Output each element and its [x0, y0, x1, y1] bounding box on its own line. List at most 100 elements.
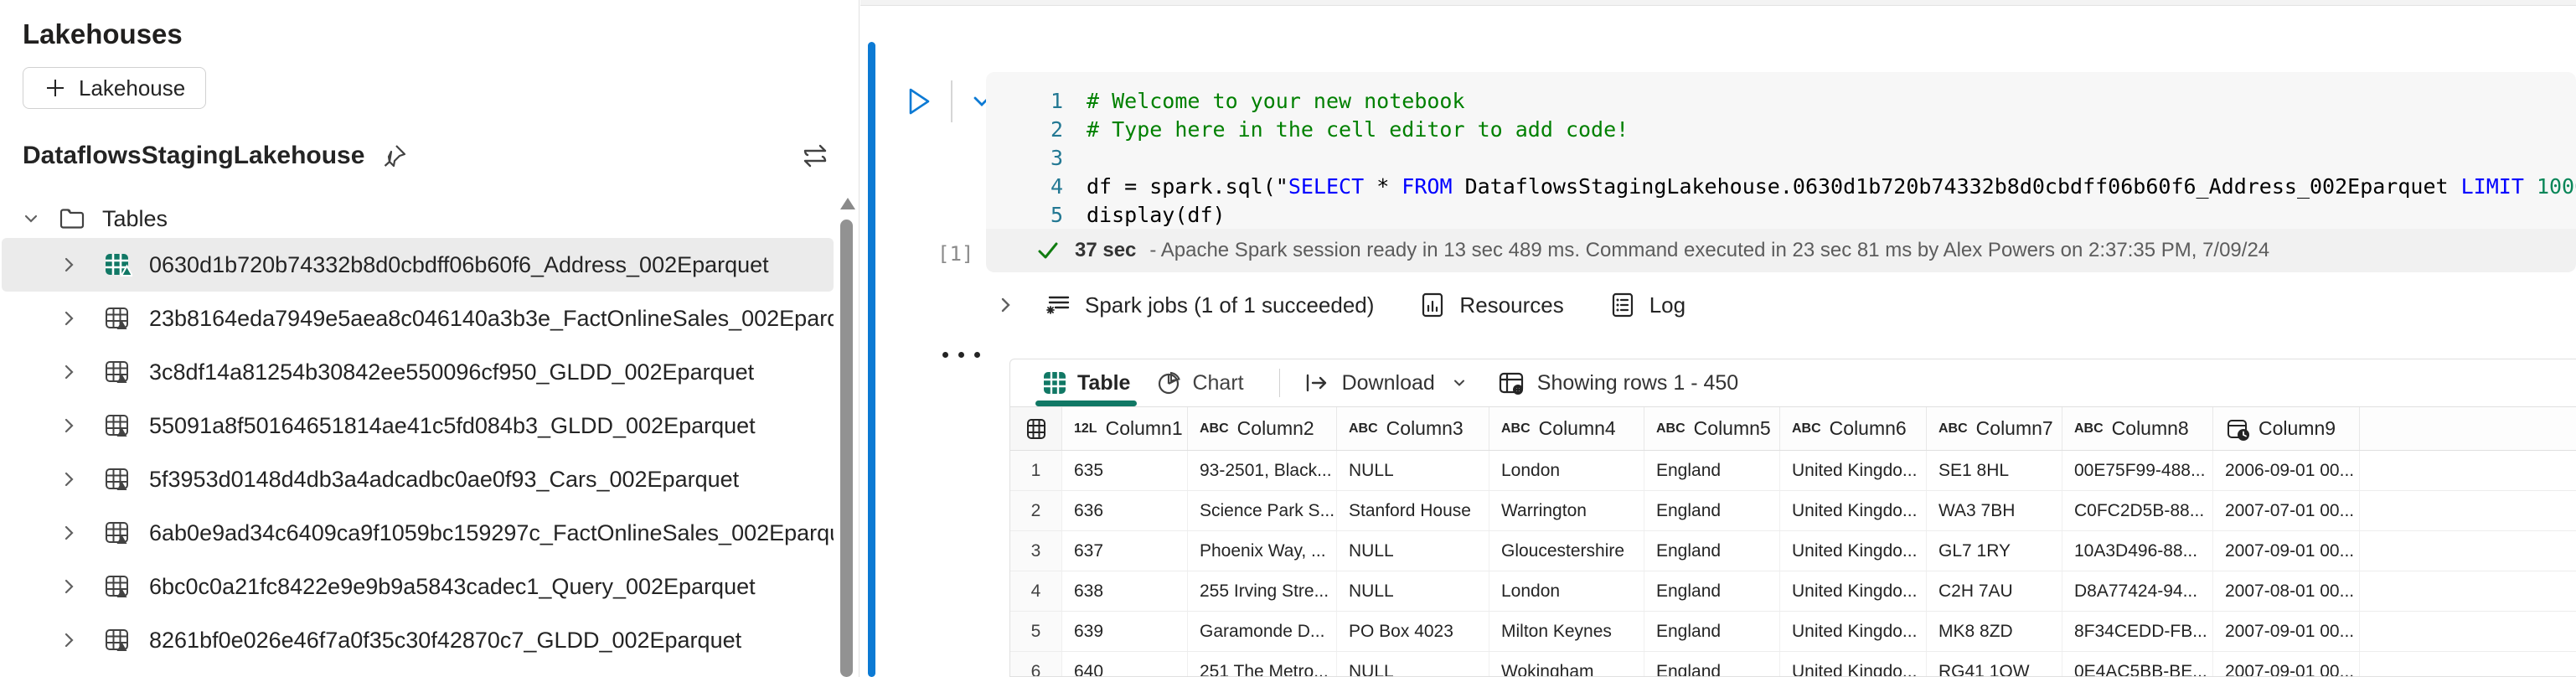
notebook-toolbar-edge — [860, 0, 2576, 6]
grid-cell: 10A3D496-88... — [2062, 531, 2213, 571]
column-header-label: Column9 — [2259, 417, 2336, 439]
grid-cell: C0FC2D5B-88... — [2062, 491, 2213, 530]
lakehouse-table-item[interactable]: 6bc0c0a21fc8422e9e9b9a5843cadec1_Query_0… — [2, 560, 834, 613]
chevron-right-icon[interactable] — [59, 576, 80, 597]
download-label: Download — [1341, 370, 1435, 395]
grid-header-row: 12L Column1 ABC Column2 ABC Column3 ABC Column4… — [1010, 407, 2576, 451]
switch-lakehouse-icon[interactable] — [797, 137, 834, 174]
column-header[interactable]: ABC Column6 — [1780, 407, 1927, 450]
cell-more-options-button[interactable] — [942, 352, 980, 358]
grid-cell: Warrington — [1489, 491, 1644, 530]
column-header[interactable]: 12L Column1 — [1062, 407, 1188, 450]
resources-label: Resources — [1459, 292, 1564, 318]
tab-chart-label: Chart — [1192, 370, 1244, 395]
grid-row[interactable]: 5 639 Garamonde D... PO Box 4023 Milton Keyn… — [1010, 612, 2576, 652]
grid-cell: WA3 7BH — [1927, 491, 2062, 530]
chevron-right-icon[interactable] — [59, 254, 80, 276]
string-type-icon: ABC — [1792, 421, 1821, 436]
chevron-right-icon[interactable] — [59, 468, 80, 490]
pin-icon[interactable] — [379, 141, 410, 171]
column-header-label: Column8 — [2111, 417, 2189, 439]
scrollbar-thumb[interactable] — [840, 220, 853, 677]
column-header[interactable]: Column9 — [2213, 407, 2360, 450]
grid-cell: United Kingdo... — [1780, 612, 1927, 651]
resources-icon — [1417, 290, 1448, 320]
column-header-label: Column2 — [1236, 417, 1314, 439]
tables-root-node[interactable]: Tables — [0, 199, 834, 238]
grid-row[interactable]: 4 638 255 Irving Stre... NULL London England U… — [1010, 571, 2576, 612]
column-header[interactable]: ABC Column3 — [1337, 407, 1489, 450]
grid-cell: 2007-09-01 00... — [2213, 652, 2360, 676]
execution-count: [1] — [937, 242, 974, 266]
chevron-down-icon — [20, 208, 42, 230]
download-button[interactable]: Download — [1302, 369, 1469, 397]
grid-row[interactable]: 3 637 Phoenix Way, ... NULL Gloucestershire E… — [1010, 531, 2576, 571]
results-container: Table Chart Download Showing rows 1 - 45… — [1009, 359, 2576, 677]
row-selector-header[interactable] — [1010, 407, 1062, 450]
lakehouse-table-item[interactable]: 0630d1b720b74332b8d0cbdff06b60f6_Address… — [2, 238, 834, 292]
code-line[interactable]: 5 display(df) — [986, 201, 2576, 230]
add-lakehouse-button[interactable]: Lakehouse — [23, 67, 207, 109]
grid-row[interactable]: 2 636 Science Park S... Stanford House Warri… — [1010, 491, 2576, 531]
grid-cell: Milton Keynes — [1489, 612, 1644, 651]
grid-cell: NULL — [1337, 531, 1489, 571]
code-line[interactable]: 2 # Type here in the cell editor to add c… — [986, 116, 2576, 144]
collapse-chevron-icon[interactable] — [994, 293, 1018, 317]
scrollbar-up-arrow-icon[interactable] — [840, 198, 855, 209]
chevron-right-icon[interactable] — [59, 629, 80, 651]
chevron-right-icon[interactable] — [59, 307, 80, 329]
grid-cell: 2007-09-01 00... — [2213, 612, 2360, 651]
grid-cell: 635 — [1062, 451, 1188, 490]
column-header[interactable]: ABC Column7 — [1927, 407, 2062, 450]
table-icon — [102, 357, 132, 387]
tab-table[interactable]: Table — [1029, 359, 1143, 406]
code-line[interactable]: 4 df = spark.sql("SELECT * FROM Dataflows… — [986, 173, 2576, 201]
grid-cell: United Kingdo... — [1780, 491, 1927, 530]
chevron-right-icon[interactable] — [59, 361, 80, 383]
code-line[interactable]: 1 # Welcome to your new notebook — [986, 87, 2576, 116]
log-button[interactable]: Log — [1608, 290, 1685, 320]
column-header[interactable]: ABC Column5 — [1644, 407, 1780, 450]
grid-cell: 637 — [1062, 531, 1188, 571]
tab-chart[interactable]: Chart — [1143, 359, 1257, 406]
grid-row[interactable]: 6 640 251 The Metro... NULL Wokingham England… — [1010, 652, 2576, 676]
code-cell-editor[interactable]: 1 # Welcome to your new notebook 2 # Type h… — [986, 72, 2576, 229]
lakehouse-table-item[interactable]: 6ab0e9ad34c6409ca9f1059bc159297c_FactOnl… — [2, 506, 834, 560]
lakehouse-table-item[interactable]: 3c8df14a81254b30842ee550096cf950_GLDD_00… — [2, 345, 834, 399]
grid-cell: 2007-08-01 00... — [2213, 571, 2360, 611]
grid-cell: SE1 8HL — [1927, 451, 2062, 490]
grid-cell: Gloucestershire — [1489, 531, 1644, 571]
delta-table-icon — [102, 250, 132, 280]
resources-button[interactable]: Resources — [1417, 290, 1564, 320]
table-icon — [102, 464, 132, 494]
cell-status-bar: 37 sec - Apache Spark session ready in 1… — [986, 229, 2576, 272]
lakehouse-table-item[interactable]: 55091a8f50164651814ae41c5fd084b3_GLDD_00… — [2, 399, 834, 452]
line-number: 1 — [1050, 89, 1063, 113]
cell-status-detail: - Apache Spark session ready in 13 sec 4… — [1149, 239, 2270, 261]
grid-cell: London — [1489, 451, 1644, 490]
lakehouse-table-item[interactable]: 8261bf0e026e46f7a0f35c30f42870c7_GLDD_00… — [2, 613, 834, 667]
table-icon — [102, 303, 132, 333]
lakehouse-table-item[interactable]: 5f3953d0148d4db3a4adcadbc0ae0f93_Cars_00… — [2, 452, 834, 506]
run-cell-button[interactable] — [899, 82, 937, 121]
sidebar-scrollbar[interactable] — [839, 198, 855, 677]
grid-row[interactable]: 1 635 93-2501, Black... NULL London England Un… — [1010, 451, 2576, 491]
code-line[interactable]: 3 — [986, 144, 2576, 173]
column-header[interactable]: ABC Column8 — [2062, 407, 2213, 450]
log-label: Log — [1649, 292, 1686, 318]
panel-title: Lakehouses — [23, 18, 183, 49]
chevron-right-icon[interactable] — [59, 415, 80, 437]
row-number: 6 — [1010, 652, 1062, 676]
lakehouse-table-item[interactable]: 23b8164eda7949e5aea8c046140a3b3e_FactOnl… — [2, 292, 834, 345]
table-name: 0630d1b720b74332b8d0cbdff06b60f6_Address… — [149, 251, 769, 277]
column-header[interactable]: ABC Column4 — [1489, 407, 1644, 450]
chevron-right-icon[interactable] — [59, 522, 80, 544]
grid-cell: NULL — [1337, 571, 1489, 611]
column-header[interactable]: ABC Column2 — [1188, 407, 1337, 450]
grid-cell: 2006-09-01 00... — [2213, 451, 2360, 490]
spark-jobs-toggle[interactable]: Spark jobs (1 of 1 succeeded) — [1043, 290, 1374, 320]
row-number: 5 — [1010, 612, 1062, 651]
lakehouse-explorer-panel: Lakehouses Lakehouse DataflowsStagingLak… — [0, 0, 860, 677]
column-header-label: Column5 — [1693, 417, 1771, 439]
string-type-icon: ABC — [1656, 421, 1685, 436]
